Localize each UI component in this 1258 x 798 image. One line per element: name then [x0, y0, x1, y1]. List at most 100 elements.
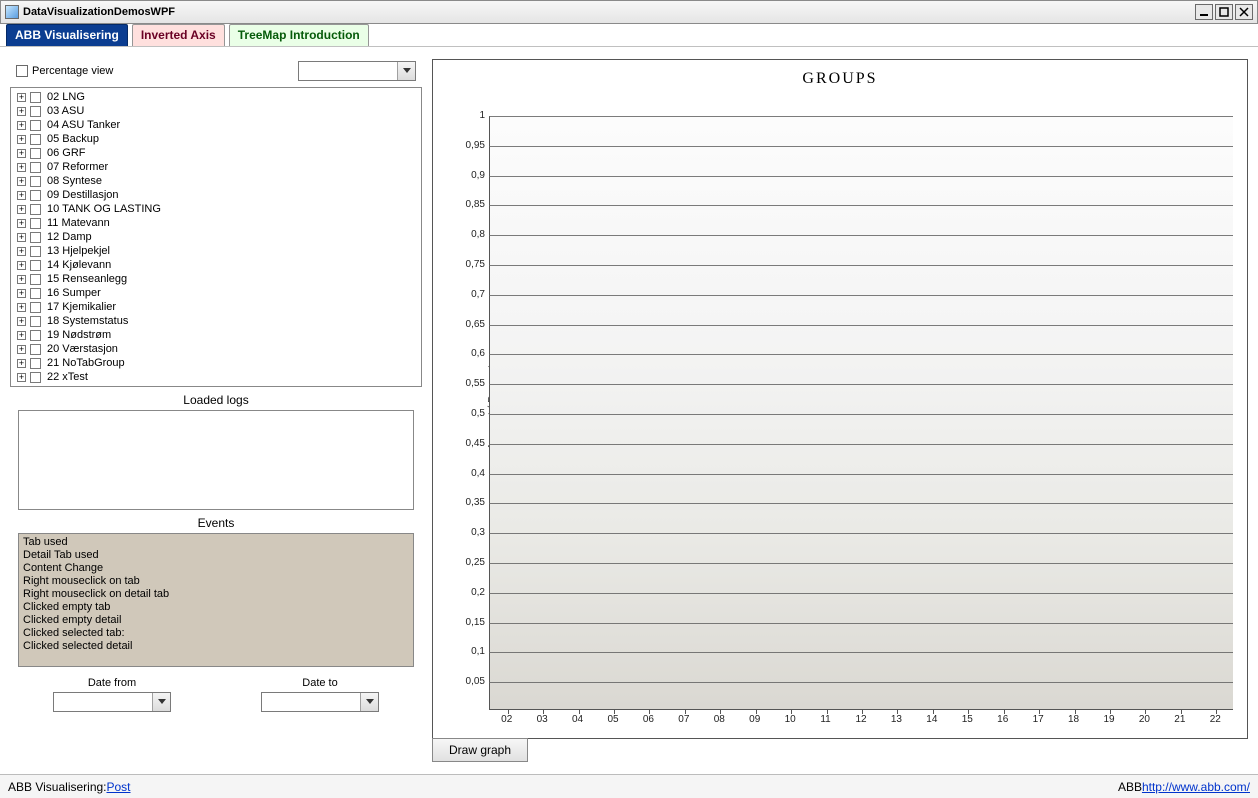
- tab-treemap-intro[interactable]: TreeMap Introduction: [229, 24, 369, 46]
- expand-icon[interactable]: +: [17, 261, 26, 270]
- expand-icon[interactable]: +: [17, 107, 26, 116]
- status-abb-link[interactable]: http://www.abb.com/: [1142, 780, 1250, 794]
- tree-item[interactable]: +11 Matevann: [17, 216, 415, 230]
- tree-item[interactable]: +06 GRF: [17, 146, 415, 160]
- expand-icon[interactable]: +: [17, 219, 26, 228]
- tree-checkbox[interactable]: [30, 106, 41, 117]
- date-to-select[interactable]: [261, 692, 379, 712]
- expand-icon[interactable]: +: [17, 121, 26, 130]
- tree-item[interactable]: +09 Destillasjon: [17, 188, 415, 202]
- tree-checkbox[interactable]: [30, 190, 41, 201]
- tree-checkbox[interactable]: [30, 260, 41, 271]
- expand-icon[interactable]: +: [17, 93, 26, 102]
- chart-x-tick: 15: [962, 714, 973, 725]
- tree-checkbox[interactable]: [30, 274, 41, 285]
- expand-icon[interactable]: +: [17, 345, 26, 354]
- events-list[interactable]: Tab usedDetail Tab usedContent ChangeRig…: [18, 533, 414, 667]
- expand-icon[interactable]: +: [17, 135, 26, 144]
- expand-icon[interactable]: +: [17, 359, 26, 368]
- expand-icon[interactable]: +: [17, 149, 26, 158]
- event-item[interactable]: Clicked empty tab: [23, 601, 409, 614]
- expand-icon[interactable]: +: [17, 275, 26, 284]
- expand-icon[interactable]: +: [17, 247, 26, 256]
- expand-icon[interactable]: +: [17, 191, 26, 200]
- chevron-down-icon[interactable]: [152, 693, 170, 711]
- tree-item[interactable]: +07 Reformer: [17, 160, 415, 174]
- chevron-down-icon[interactable]: [360, 693, 378, 711]
- group-tree[interactable]: +02 LNG+03 ASU+04 ASU Tanker+05 Backup+0…: [10, 87, 422, 387]
- tree-item[interactable]: +19 Nødstrøm: [17, 328, 415, 342]
- chevron-down-icon[interactable]: [397, 62, 415, 80]
- expand-icon[interactable]: +: [17, 177, 26, 186]
- tree-checkbox[interactable]: [30, 372, 41, 383]
- tree-item-label: 04 ASU Tanker: [47, 119, 120, 131]
- expand-icon[interactable]: +: [17, 233, 26, 242]
- tree-checkbox[interactable]: [30, 120, 41, 131]
- tree-checkbox[interactable]: [30, 344, 41, 355]
- tree-checkbox[interactable]: [30, 162, 41, 173]
- date-from-select[interactable]: [53, 692, 171, 712]
- tab-inverted-axis[interactable]: Inverted Axis: [132, 24, 225, 46]
- chart-y-tick: 0,6: [445, 348, 485, 359]
- event-item[interactable]: Right mouseclick on detail tab: [23, 588, 409, 601]
- group-select[interactable]: [298, 61, 416, 81]
- status-bar: ABB Visualisering: Post ABB http://www.a…: [0, 774, 1258, 798]
- tree-item[interactable]: +22 xTest: [17, 370, 415, 384]
- tree-item-label: 14 Kjølevann: [47, 259, 111, 271]
- event-item[interactable]: Detail Tab used: [23, 549, 409, 562]
- tree-checkbox[interactable]: [30, 176, 41, 187]
- tree-checkbox[interactable]: [30, 218, 41, 229]
- event-item[interactable]: Content Change: [23, 562, 409, 575]
- minimize-button[interactable]: [1195, 4, 1213, 20]
- tree-item[interactable]: +14 Kjølevann: [17, 258, 415, 272]
- tree-checkbox[interactable]: [30, 134, 41, 145]
- tree-checkbox[interactable]: [30, 316, 41, 327]
- tree-checkbox[interactable]: [30, 246, 41, 257]
- tree-item[interactable]: +02 LNG: [17, 90, 415, 104]
- event-item[interactable]: Clicked empty detail: [23, 614, 409, 627]
- tree-item[interactable]: +05 Backup: [17, 132, 415, 146]
- percentage-view-checkbox[interactable]: [16, 65, 28, 77]
- expand-icon[interactable]: +: [17, 289, 26, 298]
- tree-checkbox[interactable]: [30, 92, 41, 103]
- status-post-link[interactable]: Post: [107, 780, 131, 794]
- expand-icon[interactable]: +: [17, 317, 26, 326]
- tree-item[interactable]: +13 Hjelpekjel: [17, 244, 415, 258]
- loaded-logs-list[interactable]: [18, 410, 414, 510]
- tree-item[interactable]: +17 Kjemikalier: [17, 300, 415, 314]
- tree-checkbox[interactable]: [30, 148, 41, 159]
- expand-icon[interactable]: +: [17, 331, 26, 340]
- tree-item[interactable]: +20 Værstasjon: [17, 342, 415, 356]
- tree-item[interactable]: +16 Sumper: [17, 286, 415, 300]
- tree-item[interactable]: +08 Syntese: [17, 174, 415, 188]
- chart-y-tick: 0,95: [445, 140, 485, 151]
- event-item[interactable]: Clicked selected tab:: [23, 627, 409, 640]
- event-item[interactable]: Tab used: [23, 536, 409, 549]
- tree-item[interactable]: +10 TANK OG LASTING: [17, 202, 415, 216]
- tree-item[interactable]: +03 ASU: [17, 104, 415, 118]
- expand-icon[interactable]: +: [17, 205, 26, 214]
- tree-item[interactable]: +15 Renseanlegg: [17, 272, 415, 286]
- tree-item[interactable]: +04 ASU Tanker: [17, 118, 415, 132]
- tab-abb-visualisering[interactable]: ABB Visualisering: [6, 24, 128, 46]
- chart-y-tick: 0,9: [445, 170, 485, 181]
- event-item[interactable]: Right mouseclick on tab: [23, 575, 409, 588]
- tree-checkbox[interactable]: [30, 302, 41, 313]
- maximize-button[interactable]: [1215, 4, 1233, 20]
- tree-item[interactable]: +21 NoTabGroup: [17, 356, 415, 370]
- tree-checkbox[interactable]: [30, 204, 41, 215]
- tree-checkbox[interactable]: [30, 330, 41, 341]
- expand-icon[interactable]: +: [17, 163, 26, 172]
- expand-icon[interactable]: +: [17, 373, 26, 382]
- expand-icon[interactable]: +: [17, 303, 26, 312]
- tree-checkbox[interactable]: [30, 358, 41, 369]
- tree-item[interactable]: +18 Systemstatus: [17, 314, 415, 328]
- close-button[interactable]: [1235, 4, 1253, 20]
- tree-item[interactable]: +12 Damp: [17, 230, 415, 244]
- event-item[interactable]: Clicked selected detail: [23, 640, 409, 653]
- chart-y-tick: 0,45: [445, 438, 485, 449]
- tree-checkbox[interactable]: [30, 288, 41, 299]
- chart-title: GROUPS: [433, 60, 1247, 94]
- draw-graph-button[interactable]: Draw graph: [432, 738, 528, 762]
- tree-checkbox[interactable]: [30, 232, 41, 243]
